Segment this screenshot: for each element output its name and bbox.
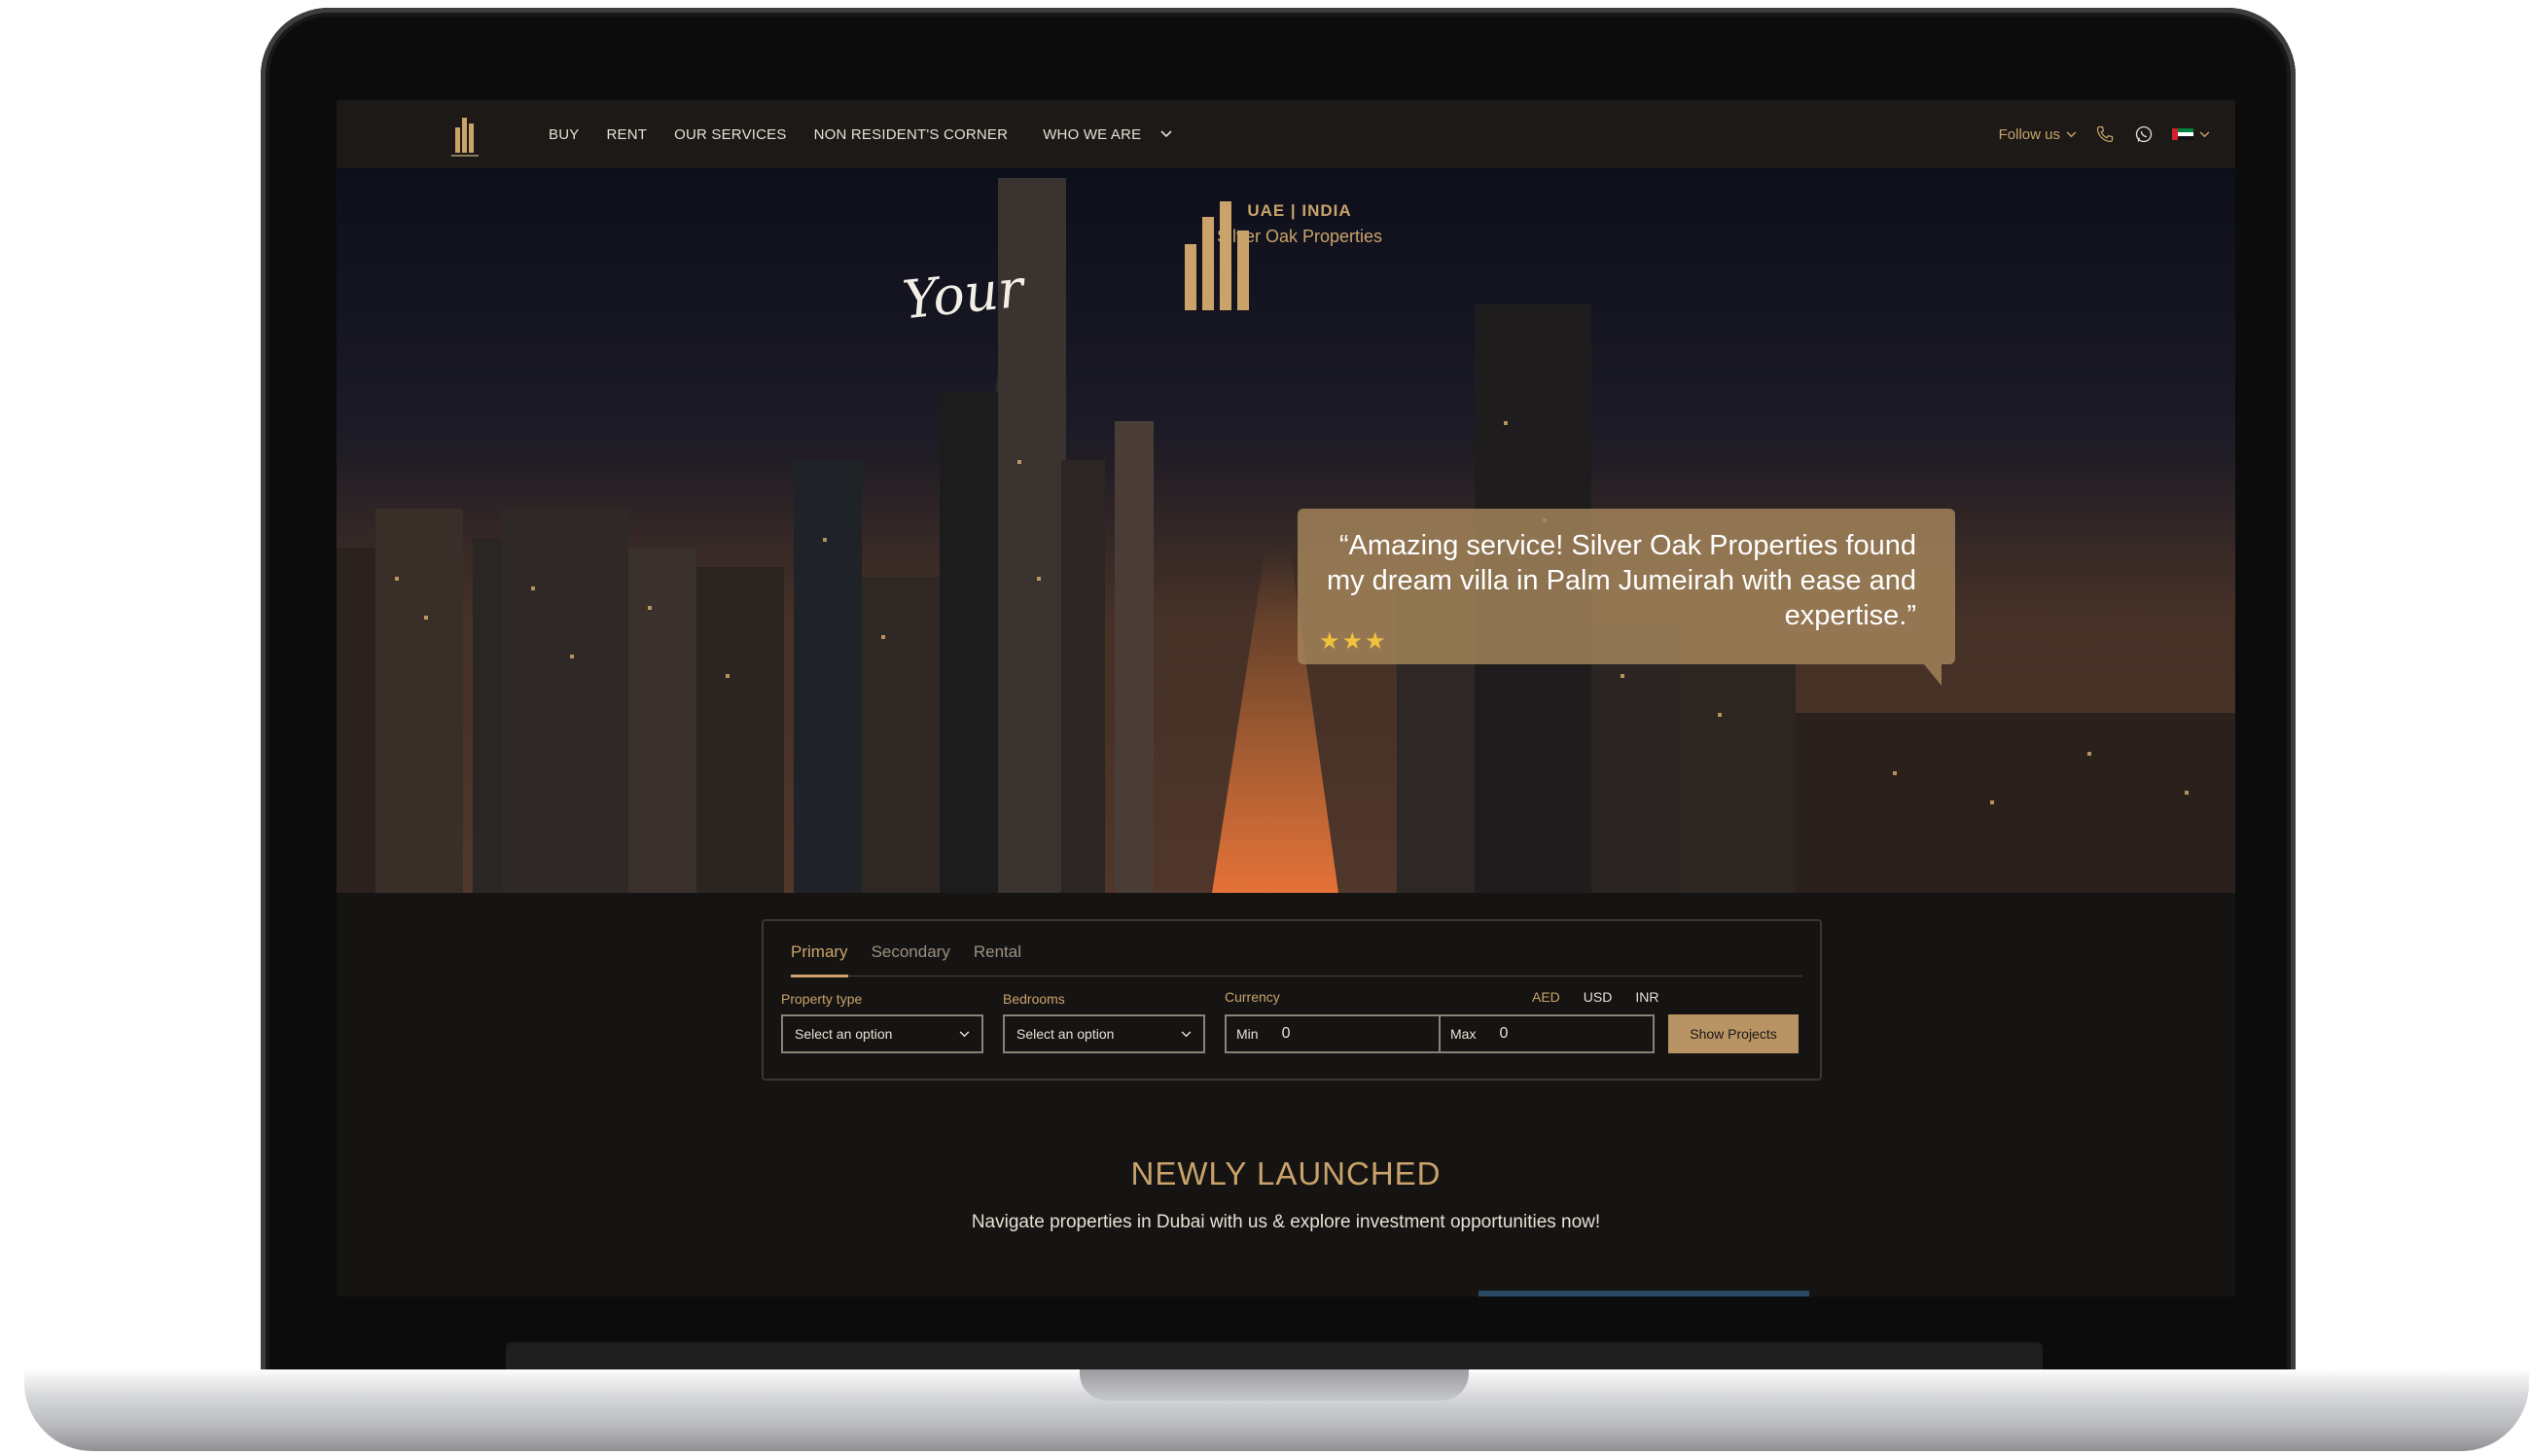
bedrooms-value: Select an option: [1016, 1026, 1115, 1042]
nav-right-group: Follow us: [1999, 100, 2210, 168]
nav-non-residents-corner[interactable]: NON RESIDENT'S CORNER: [814, 126, 1009, 143]
laptop-notch: [1080, 1369, 1469, 1401]
nav-who-we-are[interactable]: WHO WE ARE: [1043, 126, 1172, 143]
hero-banner: Your UAE | INDIA Silver Oak Properties “…: [337, 168, 2235, 893]
currency-usd[interactable]: USD: [1584, 989, 1613, 1005]
bedrooms-select[interactable]: Select an option: [1003, 1014, 1205, 1053]
chevron-down-icon: [2199, 130, 2210, 137]
main-menu: BUY RENT OUR SERVICES NON RESIDENT'S COR…: [549, 100, 1172, 168]
currency-label: Currency: [1225, 989, 1280, 1005]
follow-us-dropdown[interactable]: Follow us: [1999, 126, 2077, 143]
max-price-input[interactable]: [1497, 1024, 1619, 1044]
min-label: Min: [1236, 1026, 1259, 1042]
currency-options: AED USD INR: [1532, 989, 1658, 1005]
section-title: NEWLY LAUNCHED: [1130, 1155, 1442, 1191]
tab-rental[interactable]: Rental: [974, 939, 1021, 976]
phone-icon[interactable]: [2094, 124, 2116, 145]
property-type-select[interactable]: Select an option: [781, 1014, 983, 1053]
hero-script-text: Your: [900, 257, 1027, 332]
whatsapp-icon[interactable]: [2133, 124, 2155, 145]
browser-screen: BUY RENT OUR SERVICES NON RESIDENT'S COR…: [337, 100, 2235, 1296]
currency-inr[interactable]: INR: [1635, 989, 1658, 1005]
max-label: Max: [1450, 1026, 1477, 1042]
max-price-field[interactable]: Max: [1439, 1014, 1655, 1053]
currency-aed[interactable]: AED: [1532, 989, 1560, 1005]
nav-buy[interactable]: BUY: [549, 126, 579, 143]
testimonial-bubble: “Amazing service! Silver Oak Properties …: [1298, 509, 1955, 686]
min-price-input[interactable]: [1279, 1024, 1401, 1044]
chevron-down-icon: [1181, 1030, 1192, 1037]
carousel-preview-edge: [1479, 1291, 1809, 1296]
top-navbar: BUY RENT OUR SERVICES NON RESIDENT'S COR…: [337, 100, 2235, 168]
site-logo[interactable]: [445, 110, 484, 160]
bedrooms-label: Bedrooms: [1003, 991, 1065, 1007]
chevron-down-icon: [2066, 130, 2077, 137]
nav-our-services[interactable]: OUR SERVICES: [674, 126, 787, 143]
tab-primary[interactable]: Primary: [791, 939, 848, 977]
property-type-value: Select an option: [795, 1026, 893, 1042]
hero-logo: UAE | INDIA Silver Oak Properties: [1173, 197, 1426, 310]
show-projects-button[interactable]: Show Projects: [1668, 1014, 1799, 1053]
min-price-field[interactable]: Min: [1225, 1014, 1441, 1053]
property-type-label: Property type: [781, 991, 863, 1007]
property-search-panel: Primary Secondary Rental Property type S…: [762, 919, 1822, 1081]
chevron-down-icon: [1160, 130, 1172, 138]
uae-flag-icon: [2172, 128, 2193, 140]
section-subtitle: Navigate properties in Dubai with us & e…: [971, 1212, 1601, 1232]
sop-logo-icon: [1185, 201, 1249, 310]
testimonial-text: “Amazing service! Silver Oak Properties …: [1326, 530, 1916, 631]
tab-secondary[interactable]: Secondary: [872, 939, 950, 976]
chevron-down-icon: [959, 1030, 970, 1037]
rating-stars-icon: ★★★: [1319, 628, 1388, 655]
language-selector[interactable]: [2172, 128, 2210, 140]
nav-rent[interactable]: RENT: [606, 126, 647, 143]
search-tabs: Primary Secondary Rental: [791, 939, 1802, 977]
